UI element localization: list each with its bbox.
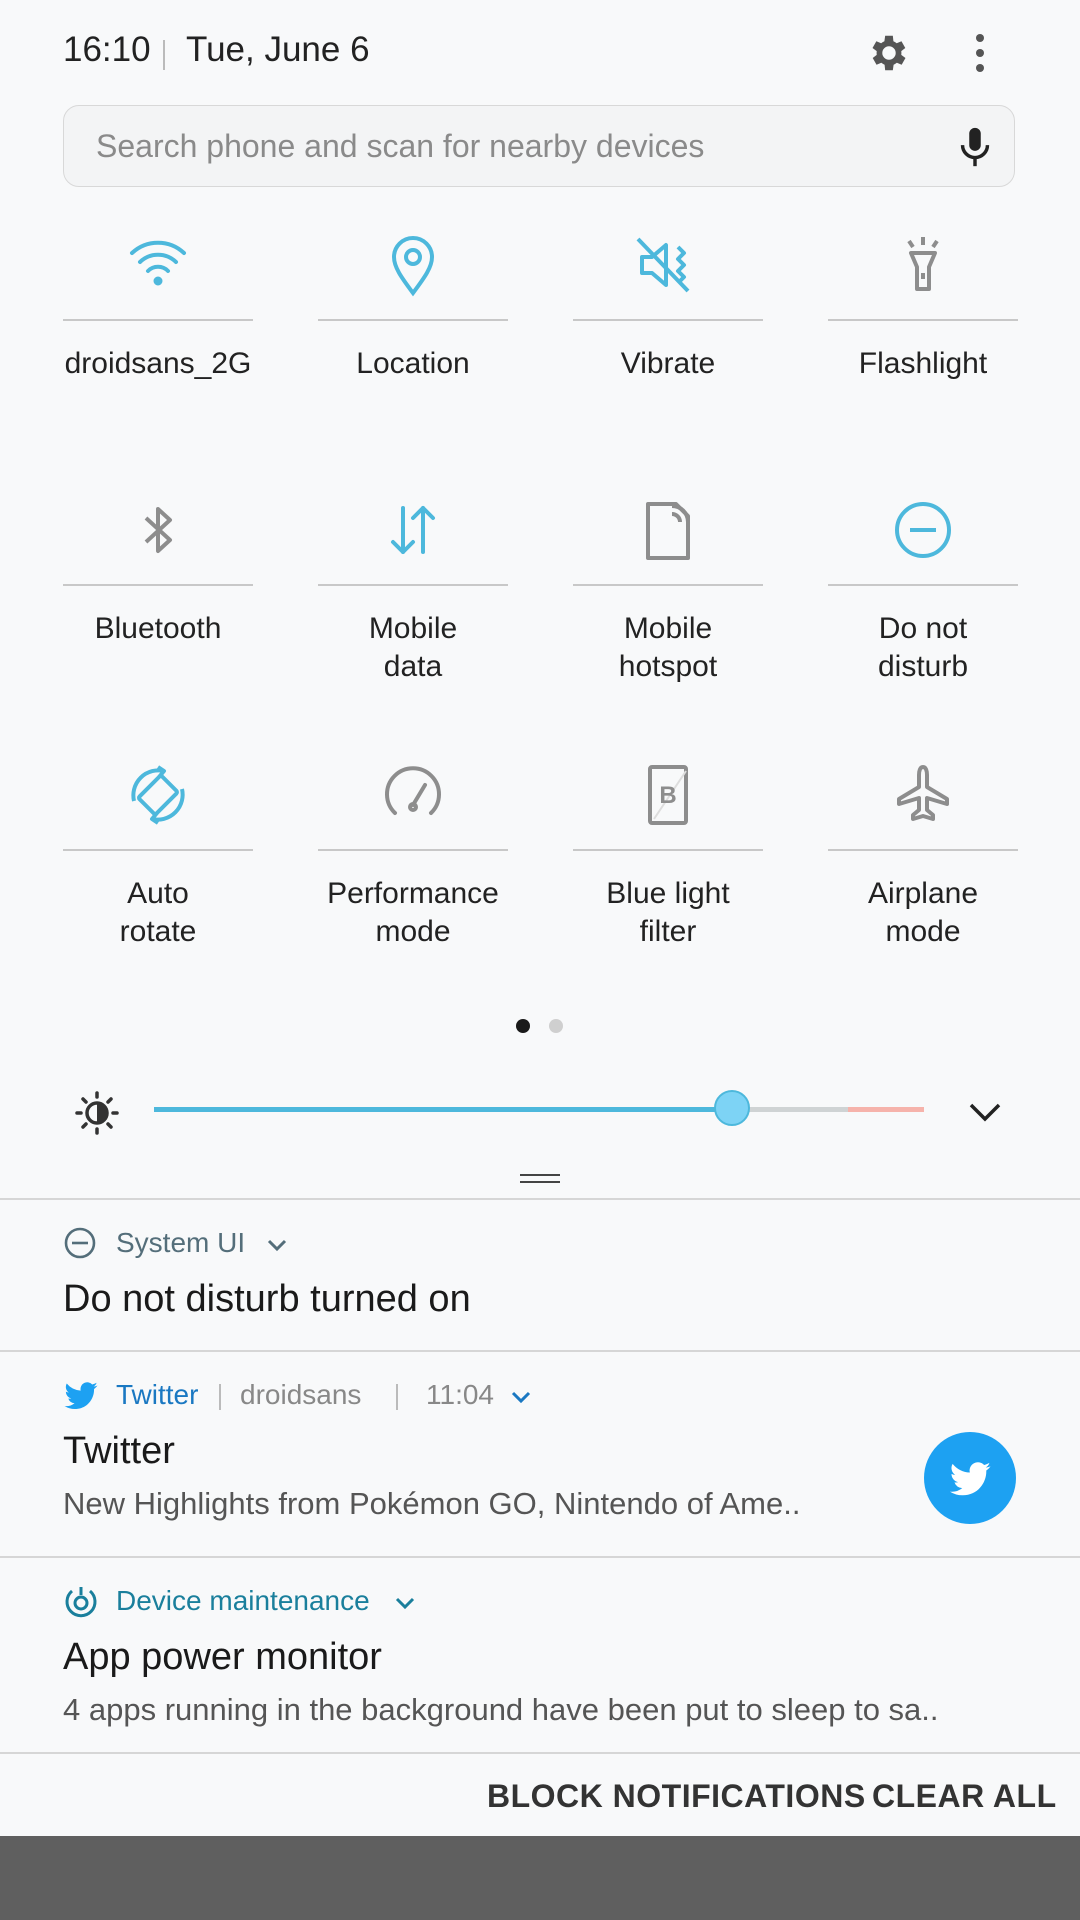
twitter-bird-icon [63, 1378, 99, 1414]
chevron-down-icon[interactable] [508, 1384, 534, 1410]
notification-twitter[interactable]: Twitter droidsans 11:04 Twitter New High… [0, 1352, 1080, 1556]
tile-bluetooth[interactable]: Bluetooth [63, 490, 253, 740]
account-name: droidsans [240, 1379, 362, 1410]
app-name: Device maintenance [116, 1585, 370, 1616]
brightness-icon [74, 1090, 120, 1136]
brightness-slider[interactable] [154, 1090, 924, 1126]
notification-time: 11:04 [426, 1379, 494, 1410]
tile-label: Flashlight [858, 347, 988, 380]
notification-text: 4 apps running in the background have be… [63, 1692, 939, 1727]
hotspot-icon [628, 490, 708, 570]
performance-icon [373, 755, 453, 835]
tile-label: Do not disturb [877, 612, 969, 683]
tile-label: Location [356, 347, 470, 380]
microphone-icon[interactable] [952, 124, 998, 170]
tile-label: Mobile hotspot [618, 612, 718, 683]
flashlight-icon [883, 225, 963, 305]
notification-system-ui[interactable]: System UI Do not disturb turned on [0, 1200, 1080, 1350]
header-divider [163, 40, 165, 70]
notification-title: Do not disturb turned on [63, 1278, 471, 1320]
search-placeholder: Search phone and scan for nearby devices [96, 128, 705, 164]
brightness-knob[interactable] [714, 1090, 750, 1126]
twitter-avatar-icon [924, 1432, 1016, 1524]
app-name: Twitter [116, 1379, 199, 1410]
airplane-icon [883, 755, 963, 835]
tile-airplane-mode[interactable]: Airplane mode [828, 755, 1018, 1005]
notification-device-maintenance[interactable]: Device maintenance App power monitor 4 a… [0, 1558, 1080, 1752]
tile-label: Auto rotate [119, 877, 197, 948]
date: Tue, June 6 [186, 30, 370, 69]
tile-auto-rotate[interactable]: Auto rotate [63, 755, 253, 1005]
expand-chevron-icon[interactable] [965, 1092, 1005, 1132]
notification-text: New Highlights from Pokémon GO, Nintendo… [63, 1486, 801, 1521]
clock: 16:10 [63, 30, 151, 69]
app-name: System UI [116, 1227, 246, 1258]
brightness-high-zone [848, 1107, 924, 1112]
do-not-disturb-icon [883, 490, 963, 570]
tile-vibrate[interactable]: Vibrate [573, 225, 763, 475]
tile-label: Blue light filter [606, 877, 730, 948]
page-dot[interactable] [549, 1019, 563, 1033]
navigation-bar [0, 1836, 1080, 1920]
tile-wifi[interactable]: droidsans_2G [63, 225, 253, 475]
block-notifications-button[interactable]: BLOCK NOTIFICATIONS [487, 1778, 866, 1815]
svg-text:B: B [659, 782, 676, 809]
mobile-data-icon [373, 490, 453, 570]
tile-do-not-disturb[interactable]: Do not disturb [828, 490, 1018, 740]
device-maintenance-icon [63, 1584, 99, 1620]
tile-location[interactable]: Location [318, 225, 508, 475]
page-dot-active[interactable] [516, 1019, 530, 1033]
tile-label: Vibrate [620, 347, 716, 380]
do-not-disturb-icon [63, 1226, 97, 1260]
chevron-down-icon[interactable] [264, 1232, 290, 1258]
drag-handle[interactable] [512, 1174, 568, 1184]
brightness-fill [154, 1107, 732, 1112]
blue-light-filter-icon: B [628, 755, 708, 835]
tile-label: droidsans_2G [64, 347, 252, 380]
search-bar[interactable]: Search phone and scan for nearby devices [63, 105, 1015, 187]
tile-mobile-data[interactable]: Mobile data [318, 490, 508, 740]
notification-title: Twitter [63, 1430, 175, 1472]
tile-label: Mobile data [368, 612, 458, 683]
wifi-icon [118, 225, 198, 305]
notification-title: App power monitor [63, 1636, 382, 1678]
tile-performance-mode[interactable]: Performance mode [318, 755, 508, 1005]
auto-rotate-icon [118, 755, 198, 835]
tile-label: Bluetooth [94, 612, 222, 645]
chevron-down-icon[interactable] [392, 1590, 418, 1616]
tile-mobile-hotspot[interactable]: Mobile hotspot [573, 490, 763, 740]
tile-label: Performance mode [327, 877, 499, 948]
bluetooth-icon [118, 490, 198, 570]
tile-blue-light-filter[interactable]: B Blue light filter [573, 755, 763, 1005]
vibrate-icon [628, 225, 708, 305]
more-options-icon[interactable] [970, 30, 990, 76]
tile-label: Airplane mode [867, 877, 979, 948]
tile-flashlight[interactable]: Flashlight [828, 225, 1018, 475]
clear-all-button[interactable]: CLEAR ALL [872, 1778, 1057, 1815]
location-icon [373, 225, 453, 305]
settings-gear-icon[interactable] [866, 30, 912, 76]
